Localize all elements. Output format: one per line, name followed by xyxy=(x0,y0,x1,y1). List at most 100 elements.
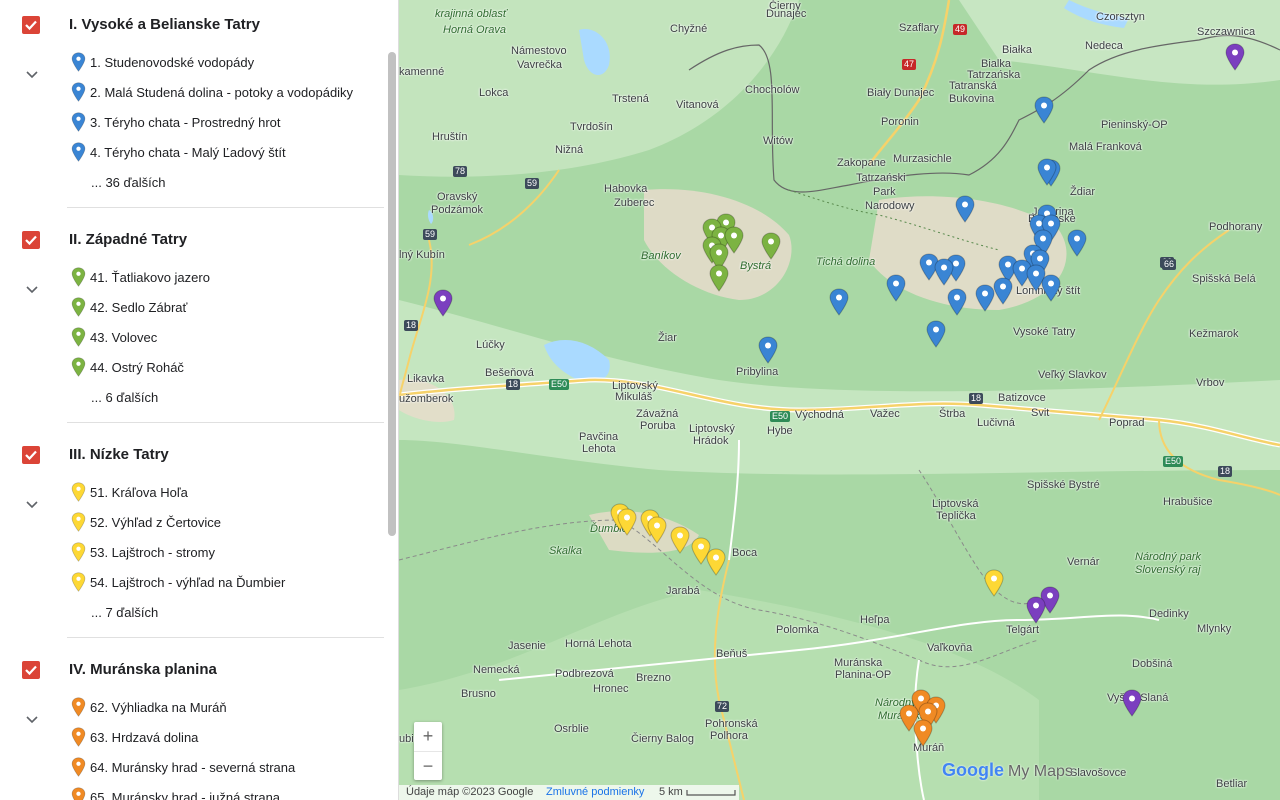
list-item[interactable]: 43. Volovec xyxy=(70,327,380,351)
map-marker-icon[interactable] xyxy=(1122,689,1142,717)
place-label: Východná xyxy=(795,409,844,421)
google-my-maps-logo: Google My Maps xyxy=(942,760,1073,781)
layer-title[interactable]: III. Nízke Tatry xyxy=(69,446,169,463)
list-item[interactable]: 3. Téryho chata - Prostredný hrot xyxy=(70,112,380,136)
map-marker-icon[interactable] xyxy=(934,258,954,286)
place-label: Veľký Slavkov xyxy=(1038,369,1107,381)
scrollbar[interactable] xyxy=(388,52,396,536)
layer-header: IV. Muránska planina xyxy=(0,659,384,687)
list-item[interactable]: 52. Výhľad z Čertovice xyxy=(70,512,380,536)
map-pin-icon xyxy=(71,787,86,800)
list-item[interactable]: 2. Malá Studená dolina - potoky a vodopá… xyxy=(70,82,380,106)
chevron-down-icon[interactable] xyxy=(24,285,40,295)
map-pin-icon xyxy=(71,697,86,722)
list-item[interactable]: 51. Kráľova Hoľa xyxy=(70,482,380,506)
place-label: Lehota xyxy=(582,443,616,455)
list-item-label: 42. Sedlo Zábrať xyxy=(90,300,188,315)
map-marker-icon[interactable] xyxy=(955,195,975,223)
map-marker-icon[interactable] xyxy=(886,274,906,302)
chevron-down-icon[interactable] xyxy=(24,500,40,510)
map-pin-icon xyxy=(71,572,86,597)
list-item[interactable]: 41. Ťatliakovo jazero xyxy=(70,267,380,291)
place-label: Poruba xyxy=(640,420,676,432)
list-item-label: 64. Muránsky hrad - severná strana xyxy=(90,760,296,775)
place-label: Hybe xyxy=(767,425,793,437)
place-label: Chocholów xyxy=(745,84,800,96)
map-marker-icon[interactable] xyxy=(913,719,933,747)
place-label: Štrba xyxy=(939,408,966,420)
list-item[interactable]: 64. Muránsky hrad - severná strana xyxy=(70,757,380,781)
map-marker-icon[interactable] xyxy=(1041,274,1061,302)
list-item[interactable]: 53. Lajštroch - stromy xyxy=(70,542,380,566)
list-item[interactable]: 62. Výhliadka na Muráň xyxy=(70,697,380,721)
map-marker-icon[interactable] xyxy=(947,288,967,316)
place-label: Slavošovce xyxy=(1070,767,1127,779)
road-number-label: 18 xyxy=(1218,466,1233,477)
list-item[interactable]: 4. Téryho chata - Malý Ľadový štít xyxy=(70,142,380,166)
list-item-label: 51. Kráľova Hoľa xyxy=(90,485,188,500)
layer-title[interactable]: II. Západné Tatry xyxy=(69,231,187,248)
map-marker-icon[interactable] xyxy=(617,508,637,536)
map-marker-icon[interactable] xyxy=(926,320,946,348)
place-label: Mikuláš xyxy=(615,391,653,403)
list-item[interactable]: 1. Studenovodské vodopády xyxy=(70,52,380,76)
list-item[interactable]: 44. Ostrý Roháč xyxy=(70,357,380,381)
map-pin-icon xyxy=(71,482,86,507)
list-item[interactable]: 42. Sedlo Zábrať xyxy=(70,297,380,321)
place-label: lný Kubín xyxy=(399,249,445,261)
map-canvas[interactable]: krajinná oblasť Horná Orava Čierny Dunajec S… xyxy=(399,0,1280,800)
layer-title[interactable]: I. Vysoké a Belianske Tatry xyxy=(69,16,260,33)
list-item[interactable]: 63. Hrdzavá dolina xyxy=(70,727,380,751)
map-marker-icon[interactable] xyxy=(433,289,453,317)
map-pin-icon xyxy=(71,727,86,752)
map-marker-icon[interactable] xyxy=(993,277,1013,305)
layer-visibility-checkbox[interactable] xyxy=(22,231,40,249)
map-marker-icon[interactable] xyxy=(761,232,781,260)
zoom-in-button[interactable]: + xyxy=(414,722,442,751)
map-marker-icon[interactable] xyxy=(1034,96,1054,124)
place-label: Pavčina xyxy=(579,431,619,443)
map-marker-icon[interactable] xyxy=(984,569,1004,597)
list-item[interactable]: 65. Muránsky hrad - južná strana xyxy=(70,787,380,800)
list-item[interactable]: 54. Lajštroch - výhľad na Ďumbier xyxy=(70,572,380,596)
place-label: Poprad xyxy=(1109,417,1145,429)
road-number-label: E50 xyxy=(770,411,791,422)
map-marker-icon[interactable] xyxy=(1067,229,1087,257)
map-marker-icon[interactable] xyxy=(706,548,726,576)
list-item-label: 54. Lajštroch - výhľad na Ďumbier xyxy=(90,575,286,590)
place-label: Likavka xyxy=(407,373,445,385)
map-marker-icon[interactable] xyxy=(709,264,729,292)
list-item-label: 4. Téryho chata - Malý Ľadový štít xyxy=(90,145,286,160)
chevron-down-icon[interactable] xyxy=(24,70,40,80)
place-label: Čierny Balog xyxy=(631,733,694,745)
layer-title[interactable]: IV. Muránska planina xyxy=(69,661,217,678)
place-label: Tatrzański xyxy=(856,172,906,184)
layer-visibility-checkbox[interactable] xyxy=(22,16,40,34)
more-items-link[interactable]: ... 7 ďalších xyxy=(91,605,158,620)
zoom-out-button[interactable]: − xyxy=(414,751,442,781)
more-items-link[interactable]: ... 6 ďalších xyxy=(91,390,158,405)
place-label: Nemecká xyxy=(473,664,520,676)
map-marker-icon[interactable] xyxy=(1225,43,1245,71)
layer-visibility-checkbox[interactable] xyxy=(22,661,40,679)
map-marker-icon[interactable] xyxy=(975,284,995,312)
map-marker-icon[interactable] xyxy=(758,336,778,364)
chevron-down-icon[interactable] xyxy=(24,715,40,725)
map-marker-icon[interactable] xyxy=(647,516,667,544)
divider xyxy=(67,207,384,208)
map-pin-icon xyxy=(71,142,86,167)
place-label: Muránska xyxy=(834,657,883,669)
map-pin-icon xyxy=(71,327,86,352)
layer-visibility-checkbox[interactable] xyxy=(22,446,40,464)
map-marker-icon[interactable] xyxy=(670,526,690,554)
map-marker-icon[interactable] xyxy=(1026,596,1046,624)
place-label: Horná Orava xyxy=(443,24,506,36)
place-label: Lučivná xyxy=(977,417,1015,429)
place-label: Slovenský raj xyxy=(1135,564,1201,576)
map-marker-icon[interactable] xyxy=(829,288,849,316)
more-items-link[interactable]: ... 36 ďalších xyxy=(91,175,165,190)
list-item-label: 52. Výhľad z Čertovice xyxy=(90,515,221,530)
place-label: Vavrečka xyxy=(517,59,563,71)
terms-link[interactable]: Zmluvné podmienky xyxy=(546,786,644,798)
map-marker-icon[interactable] xyxy=(1037,158,1057,186)
